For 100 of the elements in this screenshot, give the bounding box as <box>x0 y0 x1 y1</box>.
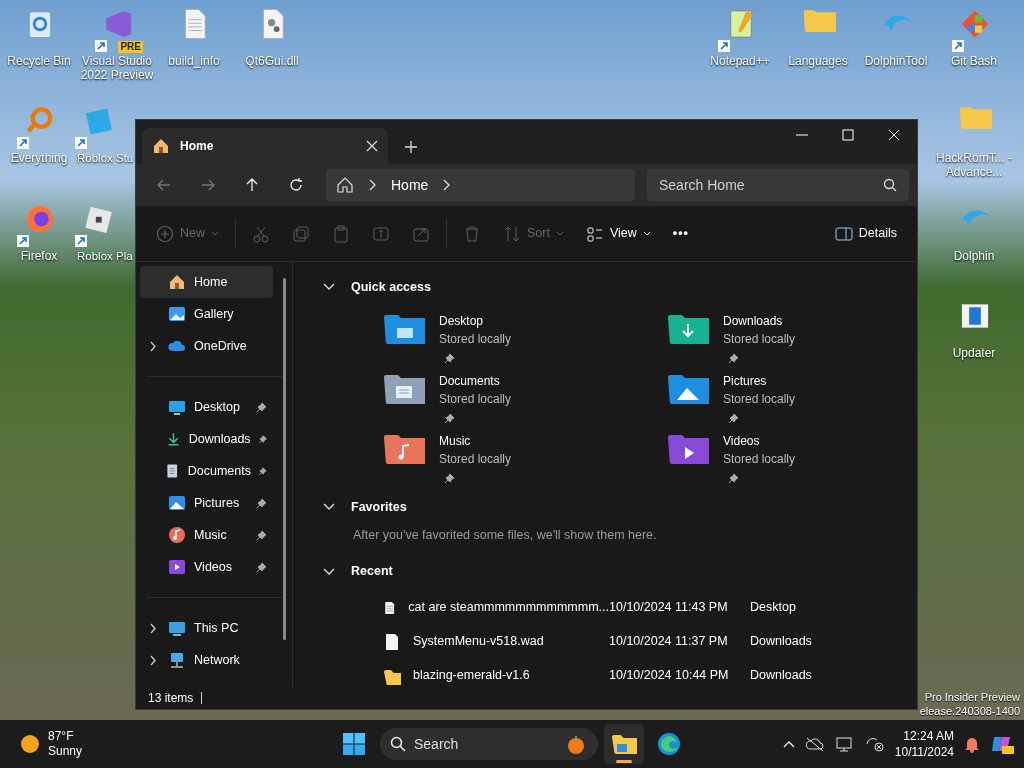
chevron-icon <box>323 283 335 291</box>
breadcrumb-item[interactable]: Home <box>391 174 429 196</box>
collapse-button[interactable] <box>323 567 335 576</box>
nav-item[interactable]: Network <box>140 644 273 676</box>
folder-name[interactable]: Desktop <box>439 312 512 330</box>
house-icon <box>336 176 354 194</box>
empty-message: After you've favorited some files, we'll show them here. <box>353 527 658 544</box>
storage-status: Stored locally <box>439 451 512 468</box>
badge-label: PRE <box>118 41 143 53</box>
plus-circle-icon <box>156 224 174 243</box>
icon-label[interactable]: Firefox <box>20 249 58 263</box>
address-bar[interactable]: Home <box>326 169 635 201</box>
item-count: 13 items <box>148 690 194 707</box>
nav-item[interactable]: Desktop <box>140 391 273 423</box>
folder-name[interactable]: Videos <box>723 432 796 450</box>
nav-item[interactable]: Home <box>140 266 273 298</box>
trash-icon <box>463 224 481 243</box>
file-name[interactable]: SystemMenu-v518.wad <box>413 632 544 652</box>
chevron-icon <box>323 567 335 576</box>
cloud-icon[interactable] <box>804 736 825 752</box>
storage-status: Stored locally <box>439 331 512 348</box>
music-note-icon <box>168 526 186 544</box>
folder-name[interactable]: Pictures <box>723 372 796 390</box>
clipboard-icon <box>332 224 350 243</box>
view-icon <box>585 224 604 243</box>
section-title: Recent <box>351 563 393 581</box>
taskbar-app[interactable] <box>604 724 644 764</box>
section-title: Favorites <box>351 498 407 516</box>
details-button[interactable]: Details <box>824 216 907 251</box>
folder-name[interactable]: Downloads <box>723 312 796 330</box>
close-icon[interactable] <box>366 140 378 152</box>
chevron-icon[interactable] <box>149 341 157 353</box>
right-arrow-icon <box>200 177 216 193</box>
picture-icon <box>168 305 186 323</box>
chevron-icon[interactable] <box>149 623 157 635</box>
clock-date[interactable]: 10/11/2024 <box>894 744 954 760</box>
icon-label[interactable]: Roblox Pla <box>77 249 133 263</box>
icon-label[interactable]: Dolphin <box>953 249 995 263</box>
monitor-icon[interactable] <box>834 736 855 752</box>
up-arrow-icon <box>244 177 260 193</box>
taskbar-search[interactable]: Search <box>380 728 598 760</box>
left-arrow-icon <box>156 177 172 193</box>
nav-item[interactable]: OneDrive <box>140 330 273 362</box>
search-icon <box>390 736 406 752</box>
section-title: Quick access <box>351 278 431 296</box>
nav-item[interactable]: Music <box>140 519 273 551</box>
nav-item[interactable]: Documents <box>140 455 273 487</box>
chevron-icon <box>323 503 335 511</box>
date-modified: 10/10/2024 11:37 PM <box>609 633 729 651</box>
file-name[interactable]: blazing-emerald-v1.6 <box>413 666 530 686</box>
file-location: Downloads <box>750 667 812 685</box>
collapse-button[interactable] <box>323 503 335 511</box>
windows-logo-icon <box>343 733 365 755</box>
plus-icon <box>405 140 417 153</box>
wave-logo-icon <box>657 732 683 756</box>
nav-item[interactable]: Downloads <box>140 423 273 455</box>
temperature[interactable]: 87°F <box>48 729 83 744</box>
bell-icon[interactable] <box>964 735 980 753</box>
folder-icon[interactable] <box>667 372 709 406</box>
chevron-icon <box>442 179 452 191</box>
chevron-icon[interactable] <box>149 655 157 667</box>
sort-arrows-icon <box>503 224 521 243</box>
rename-icon <box>372 224 390 243</box>
folder-name[interactable]: Documents <box>439 372 512 390</box>
folder-icon[interactable] <box>383 432 425 466</box>
folder-icon[interactable] <box>667 312 709 346</box>
search-field[interactable]: Search Home <box>647 169 909 201</box>
monitor-icon <box>168 619 186 637</box>
clock-time[interactable]: 12:24 AM <box>894 728 954 744</box>
watermark-text: Pro Insider Preview <box>923 690 1020 704</box>
caret-icon <box>642 230 651 237</box>
folder-name[interactable]: Music <box>439 432 512 450</box>
storage-status: Stored locally <box>723 451 796 468</box>
sun-icon[interactable] <box>20 734 40 754</box>
weather-condition[interactable]: Sunny <box>48 744 83 759</box>
caret-icon <box>211 230 219 237</box>
file-name[interactable]: cat are steammmmmmmmmmmm... <box>408 598 609 618</box>
nav-item[interactable]: This PC <box>140 612 273 644</box>
collapse-button[interactable] <box>323 283 335 291</box>
picture-icon <box>168 494 186 512</box>
view-button[interactable]: View <box>575 216 661 251</box>
refresh-icon <box>288 177 304 193</box>
folder-icon[interactable] <box>383 312 425 346</box>
folder-icon[interactable] <box>383 372 425 406</box>
nav-item[interactable]: Videos <box>140 551 273 583</box>
house-icon <box>168 273 186 291</box>
file-location: Desktop <box>750 599 796 617</box>
tab[interactable]: Home <box>142 128 388 164</box>
more-button[interactable]: ••• <box>662 216 699 251</box>
network-icon <box>168 651 186 669</box>
date-modified: 10/10/2024 10:44 PM <box>609 667 730 685</box>
blank-file-icon <box>383 632 401 651</box>
storage-status: Stored locally <box>439 391 512 408</box>
caret-icon <box>555 230 564 237</box>
icon-label[interactable]: Updater <box>952 346 996 360</box>
copy-icon <box>292 224 310 243</box>
play-icon <box>168 558 186 576</box>
nav-item[interactable]: Pictures <box>140 487 273 519</box>
folder-icon[interactable] <box>667 432 709 466</box>
nav-item[interactable]: Gallery <box>140 298 273 330</box>
